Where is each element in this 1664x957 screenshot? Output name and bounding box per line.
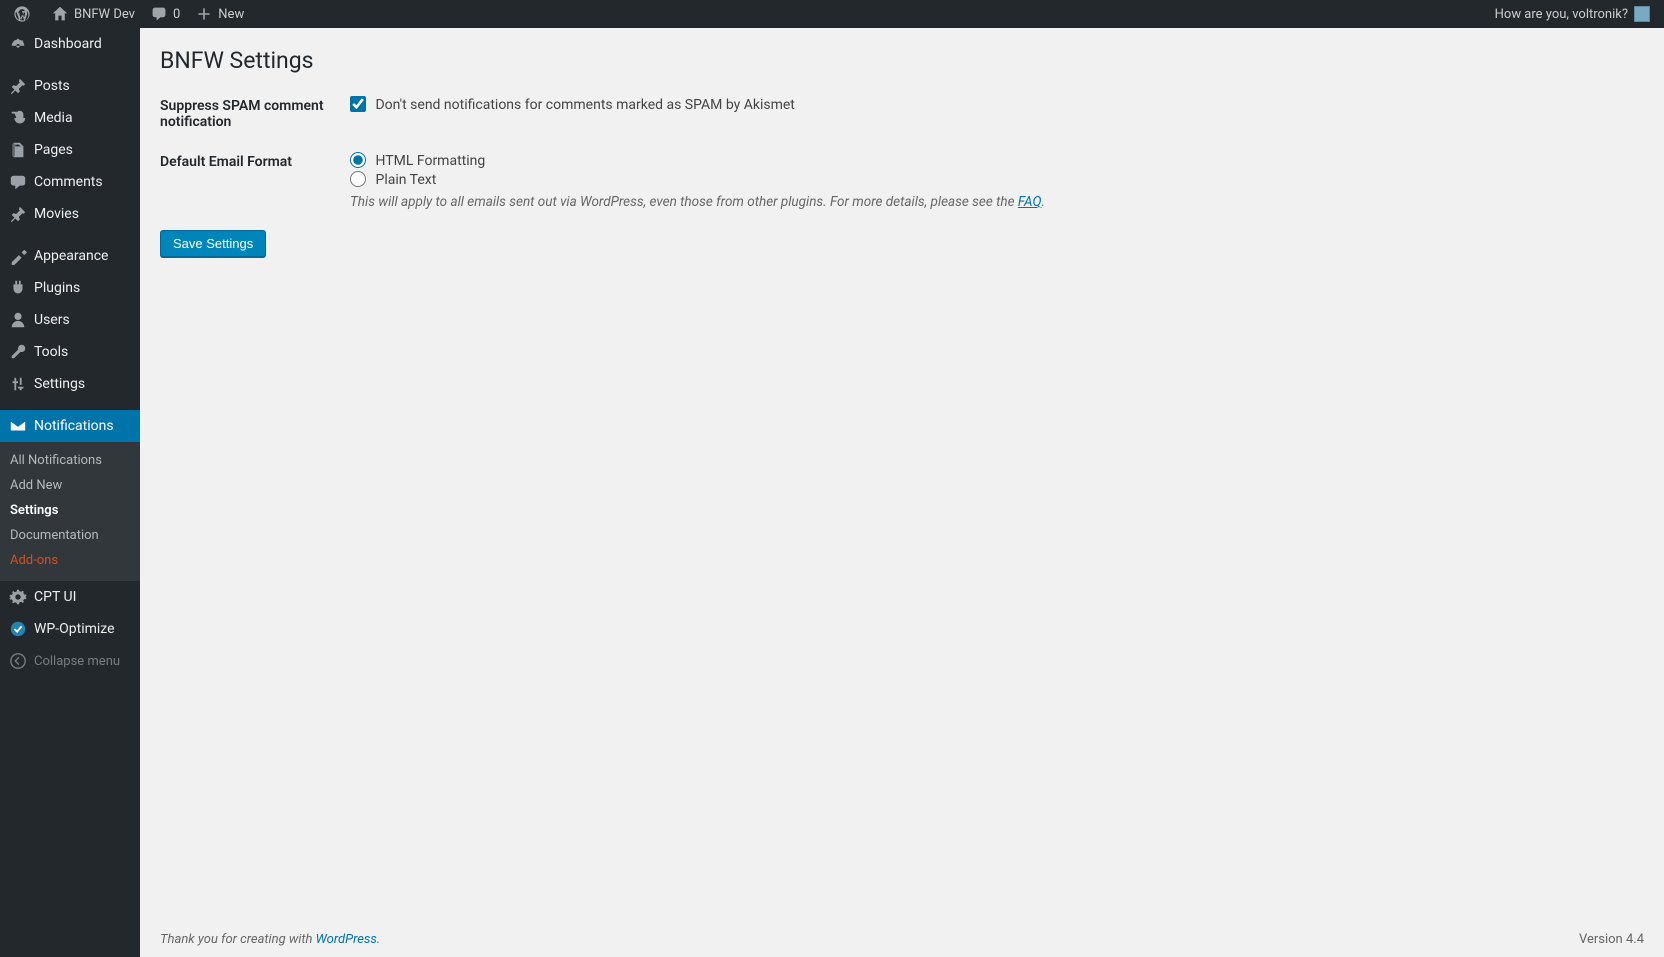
sidebar-item-label: WP-Optimize	[34, 621, 115, 637]
submenu-settings[interactable]: Settings	[0, 498, 140, 523]
check-circle-icon	[8, 620, 28, 638]
greeting-text: How are you, voltronik?	[1495, 7, 1628, 22]
pin-icon	[8, 205, 28, 223]
footer-version: Version 4.4	[1579, 932, 1644, 947]
sidebar-item-label: Posts	[34, 78, 70, 94]
tools-icon	[8, 343, 28, 361]
sidebar-item-users[interactable]: Users	[0, 304, 140, 336]
site-name: BNFW Dev	[74, 7, 135, 22]
collapse-icon	[8, 652, 28, 670]
footer-thanks: Thank you for creating with WordPress.	[160, 932, 380, 947]
sidebar-submenu-notifications: All Notifications Add New Settings Docum…	[0, 442, 140, 581]
sidebar-item-settings[interactable]: Settings	[0, 368, 140, 400]
sidebar-item-label: Dashboard	[34, 36, 102, 52]
footer-thanks-post: .	[377, 932, 380, 947]
format-radio-html-label[interactable]: HTML Formatting	[350, 152, 1644, 169]
wordpress-link[interactable]: WordPress	[316, 932, 377, 947]
format-radio-html-text: HTML Formatting	[375, 153, 485, 169]
comment-icon	[151, 6, 167, 22]
format-description: This will apply to all emails sent out v…	[350, 194, 1644, 210]
sidebar-item-label: Comments	[34, 174, 103, 190]
submenu-add-ons[interactable]: Add-ons	[0, 548, 140, 573]
user-icon	[8, 311, 28, 329]
sidebar-item-label: Media	[34, 110, 73, 126]
admin-sidebar: Dashboard Posts Media Pages Comments Mov…	[0, 28, 140, 957]
sidebar-item-pages[interactable]: Pages	[0, 134, 140, 166]
setting-heading-spam: Suppress SPAM comment notification	[160, 94, 350, 150]
sidebar-item-media[interactable]: Media	[0, 102, 140, 134]
comment-icon	[8, 173, 28, 191]
setting-row-spam: Suppress SPAM comment notification Don't…	[160, 94, 1644, 150]
spam-checkbox-text: Don't send notifications for comments ma…	[375, 97, 794, 113]
format-desc-post: .	[1041, 194, 1044, 210]
pin-icon	[8, 77, 28, 95]
footer-thanks-pre: Thank you for creating with	[160, 932, 316, 947]
site-home-link[interactable]: BNFW Dev	[44, 0, 143, 28]
sidebar-item-plugins[interactable]: Plugins	[0, 272, 140, 304]
submenu-documentation[interactable]: Documentation	[0, 523, 140, 548]
comments-count: 0	[173, 7, 180, 22]
wordpress-icon	[14, 6, 30, 22]
sidebar-item-dashboard[interactable]: Dashboard	[0, 28, 140, 60]
content-area: BNFW Settings Suppress SPAM comment noti…	[140, 28, 1664, 957]
faq-link[interactable]: FAQ	[1018, 194, 1042, 210]
sidebar-item-label: Notifications	[34, 418, 114, 434]
sidebar-item-label: CPT UI	[34, 589, 76, 605]
spam-checkbox[interactable]	[350, 96, 366, 112]
sidebar-item-label: Pages	[34, 142, 73, 158]
dashboard-icon	[8, 35, 28, 53]
new-content-link[interactable]: New	[188, 0, 252, 28]
setting-heading-format: Default Email Format	[160, 150, 350, 230]
settings-icon	[8, 375, 28, 393]
submenu-add-new[interactable]: Add New	[0, 473, 140, 498]
sidebar-item-appearance[interactable]: Appearance	[0, 240, 140, 272]
format-radio-plain-text: Plain Text	[375, 172, 436, 188]
sidebar-item-label: Plugins	[34, 280, 80, 296]
avatar	[1634, 6, 1650, 22]
admin-bar: BNFW Dev 0 New How are you, voltronik?	[0, 0, 1664, 28]
plugin-icon	[8, 279, 28, 297]
setting-row-format: Default Email Format HTML Formatting Pla…	[160, 150, 1644, 230]
format-desc-pre: This will apply to all emails sent out v…	[350, 194, 1018, 210]
sidebar-item-cpt-ui[interactable]: CPT UI	[0, 581, 140, 613]
format-radio-html[interactable]	[350, 152, 366, 168]
appearance-icon	[8, 247, 28, 265]
new-label: New	[218, 7, 244, 22]
sidebar-item-label: Movies	[34, 206, 79, 222]
page-title: BNFW Settings	[160, 38, 1644, 94]
sidebar-item-movies[interactable]: Movies	[0, 198, 140, 230]
format-radio-plain[interactable]	[350, 171, 366, 187]
plus-icon	[196, 6, 212, 22]
sidebar-item-label: Appearance	[34, 248, 108, 264]
sidebar-item-posts[interactable]: Posts	[0, 70, 140, 102]
sidebar-item-comments[interactable]: Comments	[0, 166, 140, 198]
settings-table: Suppress SPAM comment notification Don't…	[160, 94, 1644, 230]
sidebar-item-notifications[interactable]: Notifications	[0, 410, 140, 442]
home-icon	[52, 6, 68, 22]
save-settings-button[interactable]: Save Settings	[160, 230, 266, 257]
sidebar-item-wp-optimize[interactable]: WP-Optimize	[0, 613, 140, 645]
mail-icon	[8, 417, 28, 435]
comments-link[interactable]: 0	[143, 0, 188, 28]
admin-footer: Thank you for creating with WordPress. V…	[140, 922, 1664, 957]
collapse-menu-button[interactable]: Collapse menu	[0, 645, 140, 677]
pages-icon	[8, 141, 28, 159]
my-account-link[interactable]: How are you, voltronik?	[1487, 0, 1658, 28]
collapse-label: Collapse menu	[34, 654, 120, 669]
wp-logo-menu[interactable]	[6, 0, 44, 28]
media-icon	[8, 109, 28, 127]
sidebar-item-tools[interactable]: Tools	[0, 336, 140, 368]
spam-checkbox-label[interactable]: Don't send notifications for comments ma…	[350, 96, 1644, 113]
submenu-all-notifications[interactable]: All Notifications	[0, 448, 140, 473]
gear-icon	[8, 588, 28, 606]
sidebar-item-label: Tools	[34, 344, 68, 360]
sidebar-item-label: Settings	[34, 376, 85, 392]
sidebar-item-label: Users	[34, 312, 70, 328]
format-radio-plain-label[interactable]: Plain Text	[350, 171, 1644, 188]
